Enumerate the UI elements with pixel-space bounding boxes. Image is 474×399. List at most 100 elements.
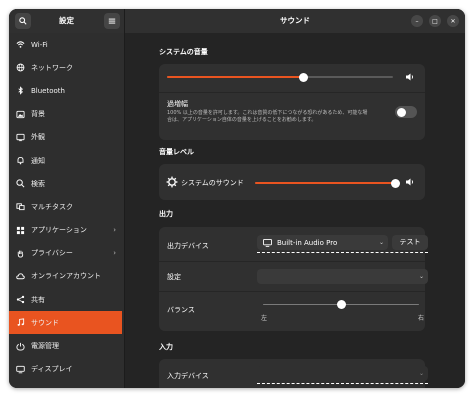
header-bar: サウンド – □ ✕ xyxy=(125,9,465,33)
sidebar-item-background[interactable]: 背景 xyxy=(9,103,124,126)
system-volume-heading: システムの音量 xyxy=(159,48,208,56)
input-card: 入力デバイス ⌄ xyxy=(159,359,428,388)
chevron-down-icon: ⌄ xyxy=(378,239,384,246)
toggle-knob xyxy=(396,107,406,117)
sidebar-item-sharing[interactable]: 共有 xyxy=(9,288,124,311)
hamburger-icon xyxy=(108,18,116,24)
power-icon xyxy=(15,341,25,351)
close-button[interactable]: ✕ xyxy=(447,15,459,27)
output-card: 出力デバイス Built-in Audio Pro ⌄ テスト 設定 ⌄ バラン… xyxy=(159,227,428,331)
sidebar-item-display[interactable]: ディスプレイ xyxy=(9,358,124,381)
chevron-right-icon: › xyxy=(113,225,116,234)
bell-icon xyxy=(15,156,25,166)
speaker-icon xyxy=(406,73,414,81)
share-icon xyxy=(15,295,25,305)
sidebar-item-applications[interactable]: アプリケーション › xyxy=(9,219,124,242)
balance-knob[interactable] xyxy=(336,300,346,309)
sidebar: 設定 Wi-Fi ネットワーク Bluetooth 背景 外観 通知 検索 マル… xyxy=(9,9,124,388)
system-sounds-fill xyxy=(255,182,395,184)
system-sounds-label: システムのサウンド xyxy=(181,179,244,187)
sidebar-item-label: 検索 xyxy=(31,179,45,188)
sidebar-item-notifications[interactable]: 通知 xyxy=(9,149,124,172)
sidebar-item-bluetooth[interactable]: Bluetooth xyxy=(9,79,124,102)
system-volume-slider[interactable] xyxy=(167,72,393,82)
sidebar-item-label: Wi-Fi xyxy=(31,40,48,49)
wifi-icon xyxy=(15,40,25,50)
volume-levels-heading: 音量レベル xyxy=(159,148,194,156)
configuration-label: 設定 xyxy=(167,273,181,281)
input-device-select[interactable]: ⌄ xyxy=(257,366,428,381)
speaker-icon xyxy=(406,178,414,186)
appearance-icon xyxy=(15,132,25,142)
sidebar-item-label: Bluetooth xyxy=(31,86,65,95)
background-icon xyxy=(15,109,25,119)
music-note-icon xyxy=(15,318,25,328)
network-icon xyxy=(15,63,25,73)
cloud-icon xyxy=(15,271,25,281)
sidebar-item-multitasking[interactable]: マルチタスク xyxy=(9,195,124,218)
sidebar-item-label: 外観 xyxy=(31,133,45,142)
output-heading: 出力 xyxy=(159,210,173,218)
row-separator xyxy=(159,291,425,292)
sidebar-item-network[interactable]: ネットワーク xyxy=(9,56,124,79)
balance-slider[interactable] xyxy=(263,300,419,309)
sidebar-item-label: ディスプレイ xyxy=(31,365,73,374)
sidebar-item-appearance[interactable]: 外観 xyxy=(9,126,124,149)
sidebar-item-label: サウンド xyxy=(31,318,59,327)
balance-label: バランス xyxy=(167,306,195,314)
sidebar-item-label: オンラインアカウント xyxy=(31,272,101,281)
sidebar-item-label: 電源管理 xyxy=(31,342,59,351)
sidebar-item-power[interactable]: 電源管理 xyxy=(9,334,124,357)
row-separator xyxy=(159,261,425,262)
row-separator xyxy=(159,92,425,93)
sidebar-item-label: 通知 xyxy=(31,156,45,165)
search-icon xyxy=(15,179,25,189)
sound-panel: サウンド – □ ✕ システムの音量 過増幅 100% 以上の音量を許可します。… xyxy=(125,9,465,388)
close-icon: ✕ xyxy=(450,17,456,25)
multitasking-icon xyxy=(15,202,25,212)
sidebar-item-privacy[interactable]: プライバシー › xyxy=(9,242,124,265)
display-icon xyxy=(15,364,25,374)
sidebar-item-search[interactable]: 検索 xyxy=(9,172,124,195)
output-device-label: 出力デバイス xyxy=(167,242,209,250)
focus-indicator xyxy=(257,383,428,384)
sidebar-item-sound[interactable]: サウンド xyxy=(9,311,122,335)
gear-icon xyxy=(166,176,178,188)
display-icon xyxy=(263,238,272,247)
system-sounds-slider[interactable] xyxy=(255,178,400,188)
chevron-down-icon: ⌄ xyxy=(418,370,424,377)
maximize-icon: □ xyxy=(432,17,438,25)
input-heading: 入力 xyxy=(159,343,173,351)
sidebar-header: 設定 xyxy=(9,9,124,33)
test-button[interactable]: テスト xyxy=(392,235,428,250)
apps-icon xyxy=(15,225,25,235)
overamplification-label: 過増幅 xyxy=(167,100,188,108)
overamplification-hint: 100% 以上の音量を許可します。これは音質の低下につながる恐れがあるため、可能… xyxy=(167,110,392,124)
balance-left-label: 左 xyxy=(261,315,268,322)
focus-indicator xyxy=(257,252,428,253)
sidebar-list: Wi-Fi ネットワーク Bluetooth 背景 外観 通知 検索 マルチタス… xyxy=(9,33,124,381)
configuration-select[interactable]: ⌄ xyxy=(257,269,428,284)
sidebar-item-label: 共有 xyxy=(31,295,45,304)
overamplification-hint-line2: 合は、アプリケーション自体の音量を上げることをお勧めします。 xyxy=(167,117,317,123)
settings-window: 設定 Wi-Fi ネットワーク Bluetooth 背景 外観 通知 検索 マル… xyxy=(9,9,465,388)
main-menu-button[interactable] xyxy=(104,13,120,29)
overamplification-toggle[interactable] xyxy=(395,106,417,118)
sidebar-item-wifi[interactable]: Wi-Fi xyxy=(9,33,124,56)
input-device-label: 入力デバイス xyxy=(167,372,209,380)
sidebar-item-label: マルチタスク xyxy=(31,202,73,211)
bluetooth-icon xyxy=(15,86,25,96)
chevron-right-icon: › xyxy=(113,248,116,257)
volume-levels-card: システムのサウンド xyxy=(159,164,425,200)
sidebar-item-label: 背景 xyxy=(31,110,45,119)
system-volume-knob[interactable] xyxy=(298,72,308,82)
chevron-down-icon: ⌄ xyxy=(418,273,424,280)
system-volume-fill xyxy=(167,76,303,78)
maximize-button[interactable]: □ xyxy=(429,15,441,27)
overamplification-hint-line1: 100% 以上の音量を許可します。これは音質の低下につながる恐れがあるため、可能… xyxy=(167,110,368,116)
sidebar-item-online-accounts[interactable]: オンラインアカウント xyxy=(9,265,124,288)
system-sounds-knob[interactable] xyxy=(390,178,400,188)
output-device-select[interactable]: Built-in Audio Pro ⌄ xyxy=(257,235,388,250)
output-device-value: Built-in Audio Pro xyxy=(277,238,338,247)
minimize-button[interactable]: – xyxy=(411,15,423,27)
